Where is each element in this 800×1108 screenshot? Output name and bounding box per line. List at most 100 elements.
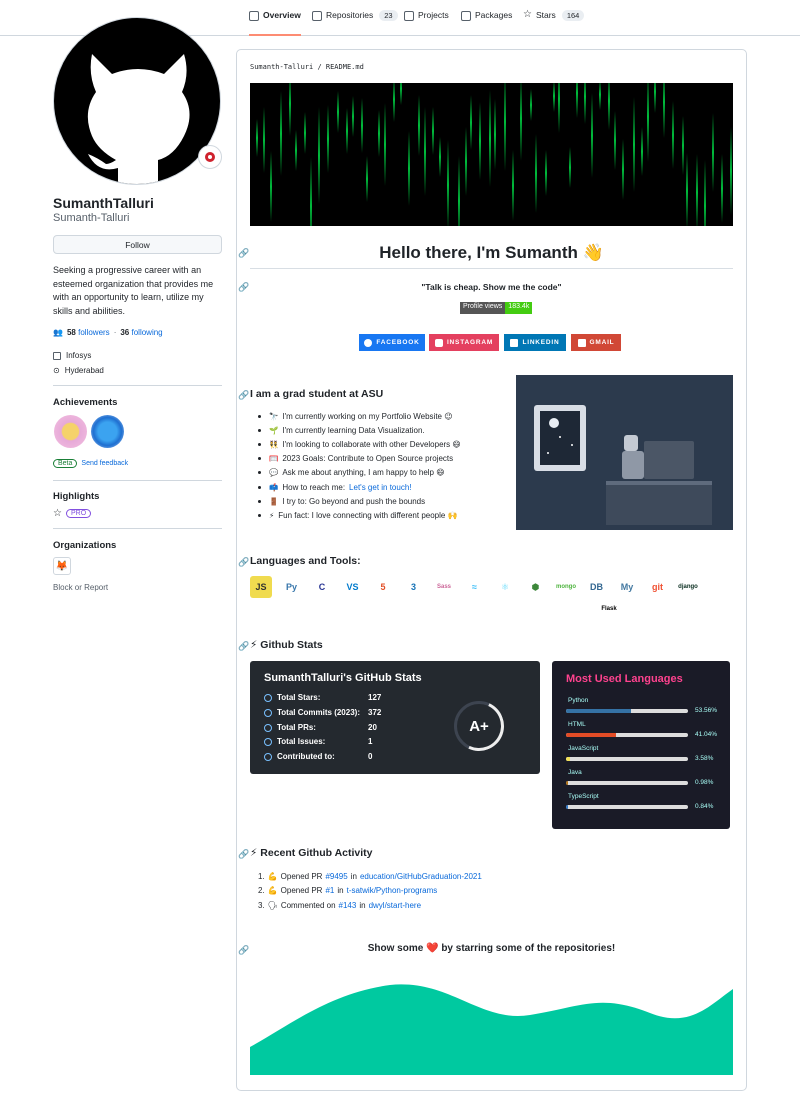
tab-overview[interactable]: Overview bbox=[249, 10, 301, 36]
language-percentage: 41.04% bbox=[695, 731, 718, 738]
avatar[interactable] bbox=[53, 17, 221, 185]
location-icon: ⊙ bbox=[53, 366, 60, 375]
follow-stats: 👥 58 followers · 36 following bbox=[53, 328, 163, 337]
matrix-rain-column bbox=[366, 155, 369, 203]
achievement-badge-yolo[interactable] bbox=[54, 415, 87, 448]
list-item: 🚪 I try to: Go beyond and push the bounds bbox=[258, 494, 461, 508]
readme-file-link[interactable]: README.md bbox=[326, 63, 364, 71]
matrix-rain-column bbox=[399, 83, 402, 106]
anchor-link-icon[interactable]: 🔗 bbox=[238, 641, 249, 652]
language-name: HTML bbox=[568, 721, 586, 728]
matrix-rain-column bbox=[464, 127, 467, 196]
matrix-rain-column bbox=[270, 150, 273, 223]
mongodb-icon: mongo bbox=[555, 576, 577, 598]
pr-link[interactable]: #1 bbox=[325, 886, 334, 895]
block-or-report-link[interactable]: Block or Report bbox=[53, 583, 108, 592]
readme-heading: Hello there, I'm Sumanth 👋 bbox=[379, 243, 604, 262]
language-bar bbox=[566, 733, 688, 737]
pro-badge: PRO bbox=[65, 509, 92, 518]
matrix-rain-column bbox=[345, 107, 348, 154]
profile-bio: Seeking a progressive career with an est… bbox=[53, 265, 214, 316]
matrix-rain-column bbox=[529, 89, 532, 122]
matrix-rain-column bbox=[519, 83, 522, 162]
linkedin-badge[interactable]: LINKEDIN bbox=[504, 334, 566, 351]
matrix-rain-column bbox=[558, 83, 561, 133]
matrix-banner-image bbox=[250, 83, 733, 226]
beta-badge: Beta bbox=[53, 459, 78, 468]
contact-link[interactable]: Let's get in touch! bbox=[349, 483, 411, 492]
achievements-title: Achievements bbox=[53, 397, 118, 408]
pr-link[interactable]: #9495 bbox=[325, 872, 347, 881]
matrix-rain-column bbox=[470, 95, 473, 151]
divider bbox=[53, 528, 222, 529]
anchor-link-icon[interactable]: 🔗 bbox=[238, 282, 249, 293]
profile-views-badge: Profile views 183.4k bbox=[460, 302, 533, 314]
language-bar bbox=[566, 757, 688, 761]
divider bbox=[53, 385, 222, 386]
matrix-rain-column bbox=[407, 131, 410, 207]
matrix-rain-column bbox=[729, 126, 732, 215]
gmail-badge[interactable]: GMAIL bbox=[571, 334, 621, 351]
achievement-badge-shark[interactable] bbox=[91, 415, 124, 448]
tools-heading: Languages and Tools: bbox=[250, 555, 361, 567]
language-bar-fill bbox=[566, 781, 568, 785]
organization-avatar[interactable]: 🦊 bbox=[53, 557, 71, 575]
profile-username: Sumanth-Talluri bbox=[53, 212, 130, 224]
matrix-rain-column bbox=[569, 147, 572, 188]
following-link[interactable]: 36 following bbox=[120, 328, 162, 337]
matrix-rain-column bbox=[326, 104, 329, 174]
facebook-badge[interactable]: FACEBOOK bbox=[359, 334, 425, 351]
status-target-icon[interactable] bbox=[198, 145, 222, 169]
star-icon: ☆ bbox=[53, 508, 62, 519]
stats-heading: ⚡ Github Stats bbox=[250, 639, 323, 651]
matrix-rain-column bbox=[255, 119, 258, 158]
anchor-link-icon[interactable]: 🔗 bbox=[238, 945, 249, 956]
anchor-link-icon[interactable]: 🔗 bbox=[238, 849, 249, 860]
highlights-row: ☆ PRO bbox=[53, 508, 92, 519]
matrix-rain-column bbox=[671, 100, 674, 169]
anchor-link-icon[interactable]: 🔗 bbox=[238, 248, 249, 259]
send-feedback-link[interactable]: Send feedback bbox=[81, 460, 128, 467]
anchor-link-icon[interactable]: 🔗 bbox=[238, 557, 249, 568]
matrix-rain-column bbox=[647, 83, 650, 163]
language-bar-fill bbox=[566, 757, 571, 761]
instagram-badge[interactable]: INSTAGRAM bbox=[429, 334, 499, 351]
stat-row: Total Commits (2023): 372 bbox=[264, 708, 381, 717]
language-bar-fill bbox=[566, 733, 617, 737]
wave-footer-image bbox=[250, 984, 733, 1075]
tab-projects[interactable]: Projects bbox=[404, 10, 449, 36]
repo-icon bbox=[312, 11, 322, 21]
language-percentage: 53.56% bbox=[695, 707, 718, 714]
activity-item: 2. 💪 Opened PR #1 in t-satwik/Python-programs bbox=[258, 886, 438, 896]
vscode-icon: VS bbox=[341, 576, 364, 598]
followers-link[interactable]: 58 followers bbox=[67, 328, 110, 337]
repositories-count: 23 bbox=[379, 10, 398, 21]
company: Infosys bbox=[53, 351, 91, 360]
linkedin-icon bbox=[510, 338, 519, 347]
tab-packages[interactable]: Packages bbox=[461, 10, 512, 36]
organization-icon bbox=[53, 351, 61, 360]
anchor-link-icon[interactable]: 🔗 bbox=[238, 390, 249, 401]
language-percentage: 3.58% bbox=[695, 755, 714, 762]
stat-row: Total Stars: 127 bbox=[264, 693, 381, 702]
repo-link[interactable]: t-satwik/Python-programs bbox=[347, 886, 438, 895]
readme-user-link[interactable]: Sumanth-Talluri bbox=[250, 63, 313, 71]
git-icon: git bbox=[646, 576, 669, 598]
tab-repositories[interactable]: Repositories 23 bbox=[312, 10, 398, 36]
people-icon: 👥 bbox=[53, 328, 63, 337]
matrix-rain-column bbox=[361, 98, 364, 153]
matrix-rain-column bbox=[488, 89, 491, 187]
repo-link[interactable]: dwyl/start-here bbox=[369, 901, 421, 910]
about-heading: I am a grad student at ASU bbox=[250, 388, 384, 400]
list-item: 📫 How to reach me: Let's get in touch! bbox=[258, 480, 461, 494]
list-item: 💬 Ask me about anything, I am happy to he… bbox=[258, 466, 461, 480]
tab-stars[interactable]: ☆ Stars 164 bbox=[523, 10, 585, 36]
follow-button[interactable]: Follow bbox=[53, 235, 222, 254]
matrix-rain-column bbox=[352, 96, 355, 137]
activity-heading: ⚡ Recent Github Activity bbox=[250, 847, 373, 859]
developer-illustration bbox=[516, 375, 733, 530]
matrix-rain-column bbox=[392, 83, 395, 123]
repo-link[interactable]: education/GitHubGraduation-2021 bbox=[360, 872, 482, 881]
issue-link[interactable]: #143 bbox=[339, 901, 357, 910]
matrix-rain-column bbox=[534, 133, 537, 213]
